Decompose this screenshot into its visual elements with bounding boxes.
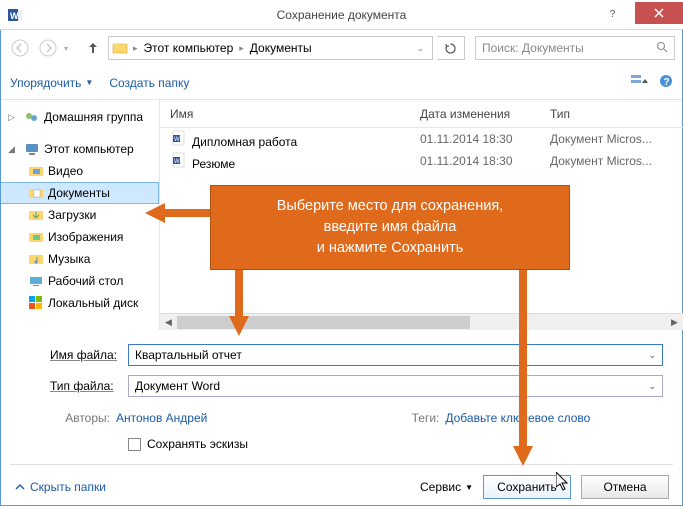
close-button[interactable] [635,2,683,24]
help-button[interactable]: ? [590,4,635,26]
disk-icon [28,295,44,311]
sidebar-item-music[interactable]: Музыка [0,248,159,270]
filename-input[interactable]: Квартальный отчет ⌄ [128,344,663,366]
svg-text:?: ? [664,77,670,88]
file-list-header: Имя Дата изменения Тип [160,100,683,128]
filetype-select[interactable]: Документ Word ⌄ [128,375,663,397]
save-fields: Имя файла: Квартальный отчет ⌄ Тип файла… [0,330,683,406]
scroll-thumb[interactable] [177,316,470,329]
organize-menu[interactable]: Упорядочить▼ [10,76,93,90]
search-input[interactable]: Поиск: Документы [475,36,675,60]
music-folder-icon [28,251,44,267]
nav-bar: ▾ ▸ Этот компьютер ▸ Документы ⌄ Поиск: … [0,30,683,66]
scroll-right-icon[interactable]: ▶ [666,314,683,331]
file-row[interactable]: WДипломная работа 01.11.2014 18:30 Докум… [160,128,683,150]
word-app-icon: W [0,7,30,23]
hide-folders-button[interactable]: Скрыть папки [14,480,106,494]
svg-text:W: W [174,159,180,165]
title-bar: W Сохранение документа ? [0,0,683,30]
authors-value[interactable]: Антонов Андрей [116,411,207,425]
col-header-name[interactable]: Имя [160,107,410,121]
col-header-type[interactable]: Тип [540,107,683,121]
breadcrumb[interactable]: ▸ Этот компьютер ▸ Документы ⌄ [108,36,433,60]
chevron-down-icon[interactable]: ⌄ [648,381,656,392]
filename-label: Имя файла: [50,348,128,362]
cancel-button[interactable]: Отмена [581,475,669,499]
tags-label: Теги: [399,411,439,425]
word-doc-icon: W [170,130,188,146]
svg-text:W: W [174,137,180,143]
folder-icon [111,40,129,56]
footer: Скрыть папки Сервис▼ Сохранить Отмена [0,465,683,509]
computer-icon [24,141,40,157]
crumb-this-pc[interactable]: Этот компьютер [142,41,236,55]
new-folder-button[interactable]: Создать папку [109,76,189,90]
chevron-down-icon[interactable]: ⌄ [648,350,656,361]
forward-button[interactable] [36,36,60,60]
pictures-folder-icon [28,229,44,245]
save-thumbnail-label: Сохранять эскизы [147,437,248,451]
breadcrumb-dropdown-icon[interactable]: ⌄ [410,43,430,54]
toolbar: Упорядочить▼ Создать папку ? [0,66,683,100]
up-button[interactable] [82,37,104,59]
word-doc-icon: W [170,152,188,168]
help-icon[interactable]: ? [659,74,673,91]
refresh-button[interactable] [437,36,465,60]
desktop-folder-icon [28,273,44,289]
scroll-left-icon[interactable]: ◀ [160,314,177,331]
recent-dropdown[interactable]: ▾ [64,44,78,53]
sidebar-item-pictures[interactable]: Изображения [0,226,159,248]
sidebar-item-local-disk[interactable]: Локальный диск [0,292,159,314]
filetype-label: Тип файла: [50,379,128,393]
search-icon [656,41,668,56]
col-header-date[interactable]: Дата изменения [410,107,540,121]
view-icon[interactable] [631,74,649,91]
service-menu[interactable]: Сервис▼ [420,480,473,494]
tags-value[interactable]: Добавьте ключевое слово [445,411,590,425]
authors-label: Авторы: [50,411,110,425]
documents-folder-icon [28,185,44,201]
sidebar: ▷ Домашняя группа ◢ Этот компьютер Видео… [0,100,160,330]
downloads-folder-icon [28,207,44,223]
save-thumbnail-checkbox[interactable] [128,438,141,451]
file-row[interactable]: WРезюме 01.11.2014 18:30 Документ Micros… [160,150,683,172]
back-button[interactable] [8,36,32,60]
crumb-documents[interactable]: Документы [248,41,314,55]
tutorial-callout: Выберите место для сохранения, введите и… [210,185,570,270]
homegroup-icon [24,109,40,125]
sidebar-item-documents[interactable]: Документы [0,182,159,204]
svg-text:W: W [10,11,19,21]
sidebar-item-video[interactable]: Видео [0,160,159,182]
cursor-icon [556,472,570,492]
sidebar-item-desktop[interactable]: Рабочий стол [0,270,159,292]
search-placeholder: Поиск: Документы [482,41,584,55]
window-title: Сохранение документа [0,8,683,22]
video-folder-icon [28,163,44,179]
sidebar-item-downloads[interactable]: Загрузки [0,204,159,226]
sidebar-this-pc[interactable]: ◢ Этот компьютер [0,138,159,160]
sidebar-homegroup[interactable]: ▷ Домашняя группа [0,106,159,128]
